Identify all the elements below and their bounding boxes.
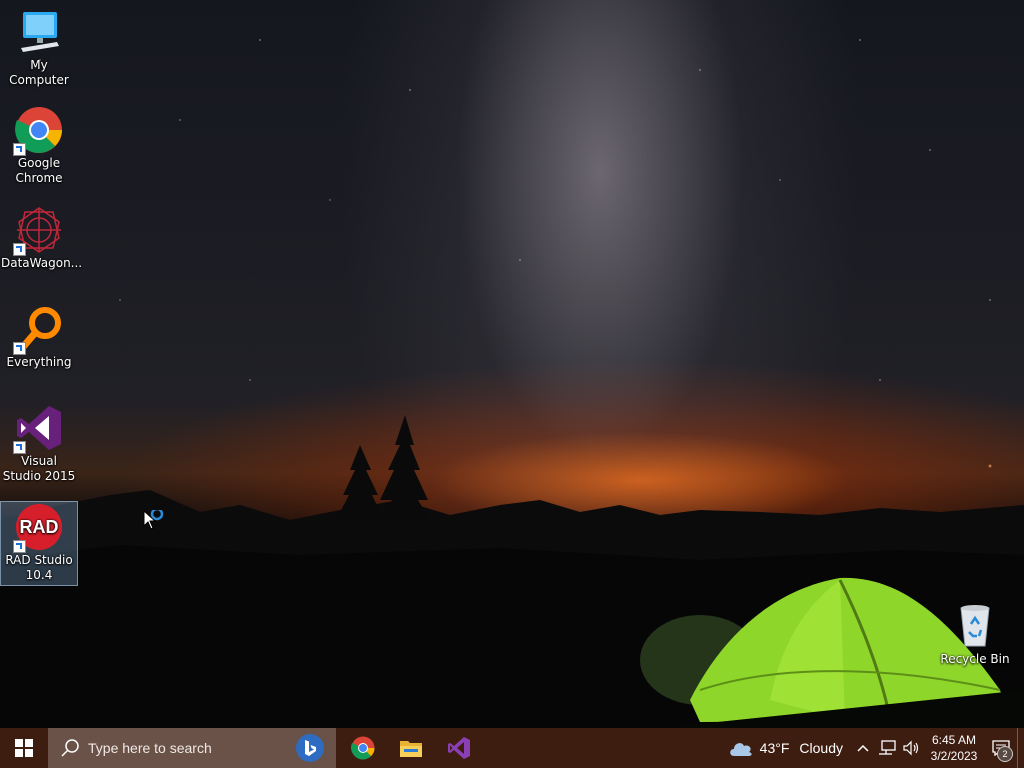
system-tray: 43°F Cloudy 6:45 AM 3/2/2023 2 xyxy=(720,728,1024,768)
action-center-button[interactable]: 2 xyxy=(985,728,1017,768)
notification-count-badge: 2 xyxy=(997,746,1013,762)
cloud-icon xyxy=(729,743,752,756)
bing-icon[interactable] xyxy=(296,734,324,762)
shortcut-arrow-icon xyxy=(13,342,26,355)
busy-cursor-icon xyxy=(143,510,164,530)
desktop-wallpaper xyxy=(0,0,1024,728)
desktop-icon-my-computer[interactable]: My Computer xyxy=(1,8,77,88)
taskbar-clock[interactable]: 6:45 AM 3/2/2023 xyxy=(923,732,985,764)
rad-studio-icon: RAD xyxy=(13,503,63,553)
taskbar: Type here to search 43°F Cloudy 6:45 AM … xyxy=(0,728,1024,768)
show-desktop-button[interactable] xyxy=(1017,728,1024,768)
desktop-icon-label: My Computer xyxy=(9,58,69,87)
weather-widget[interactable]: 43°F Cloudy xyxy=(720,739,851,757)
network-icon[interactable] xyxy=(875,728,899,768)
desktop-icon-recycle-bin[interactable]: Recycle Bin xyxy=(937,602,1013,667)
datawagon-icon xyxy=(13,206,63,256)
desktop-icon-label: Recycle Bin xyxy=(940,652,1010,666)
taskbar-search-box[interactable]: Type here to search xyxy=(48,728,336,768)
desktop-icon-label: RAD Studio 10.4 xyxy=(5,553,73,582)
visual-studio-icon xyxy=(13,404,63,454)
landscape-scenery xyxy=(0,415,1024,728)
taskbar-chrome-button[interactable] xyxy=(339,728,387,768)
shortcut-arrow-icon xyxy=(13,143,26,156)
rad-icon-text: RAD xyxy=(20,517,59,537)
desktop-icon-datawagon[interactable]: DataWagon... xyxy=(1,206,83,271)
desktop-icon-everything[interactable]: Everything xyxy=(1,305,77,370)
shortcut-arrow-icon xyxy=(13,540,26,553)
chrome-icon xyxy=(13,106,63,156)
search-placeholder: Type here to search xyxy=(88,740,212,756)
desktop-icon-rad-studio[interactable]: RAD RAD Studio 10.4 xyxy=(0,501,78,586)
desktop-icon-label: Everything xyxy=(6,355,72,369)
visual-studio-icon xyxy=(448,737,470,759)
desktop-icon-google-chrome[interactable]: Google Chrome xyxy=(1,106,77,186)
desktop-icon-label: Visual Studio 2015 xyxy=(2,454,76,483)
desktop-icon-label: DataWagon... xyxy=(1,256,83,270)
volume-icon[interactable] xyxy=(899,728,923,768)
recycle-bin-icon xyxy=(951,602,999,650)
show-hidden-icons-chevron-up-icon[interactable] xyxy=(851,728,875,768)
file-explorer-icon xyxy=(400,741,422,757)
shortcut-arrow-icon xyxy=(13,243,26,256)
taskbar-visual-studio-button[interactable] xyxy=(435,728,483,768)
search-icon xyxy=(61,739,79,757)
weather-temperature: 43°F xyxy=(759,740,790,756)
monitor-icon xyxy=(15,8,63,56)
everything-icon xyxy=(13,305,63,355)
clock-date: 3/2/2023 xyxy=(930,749,978,763)
clock-time: 6:45 AM xyxy=(931,733,977,747)
start-button[interactable] xyxy=(0,728,48,768)
shortcut-arrow-icon xyxy=(13,441,26,454)
chrome-icon xyxy=(351,736,375,760)
weather-condition: Cloudy xyxy=(799,740,843,756)
desktop-icon-label: Google Chrome xyxy=(15,156,63,185)
desktop-icon-visual-studio-2015[interactable]: Visual Studio 2015 xyxy=(1,404,77,484)
windows-logo-icon xyxy=(15,739,33,757)
taskbar-file-explorer-button[interactable] xyxy=(387,728,435,768)
